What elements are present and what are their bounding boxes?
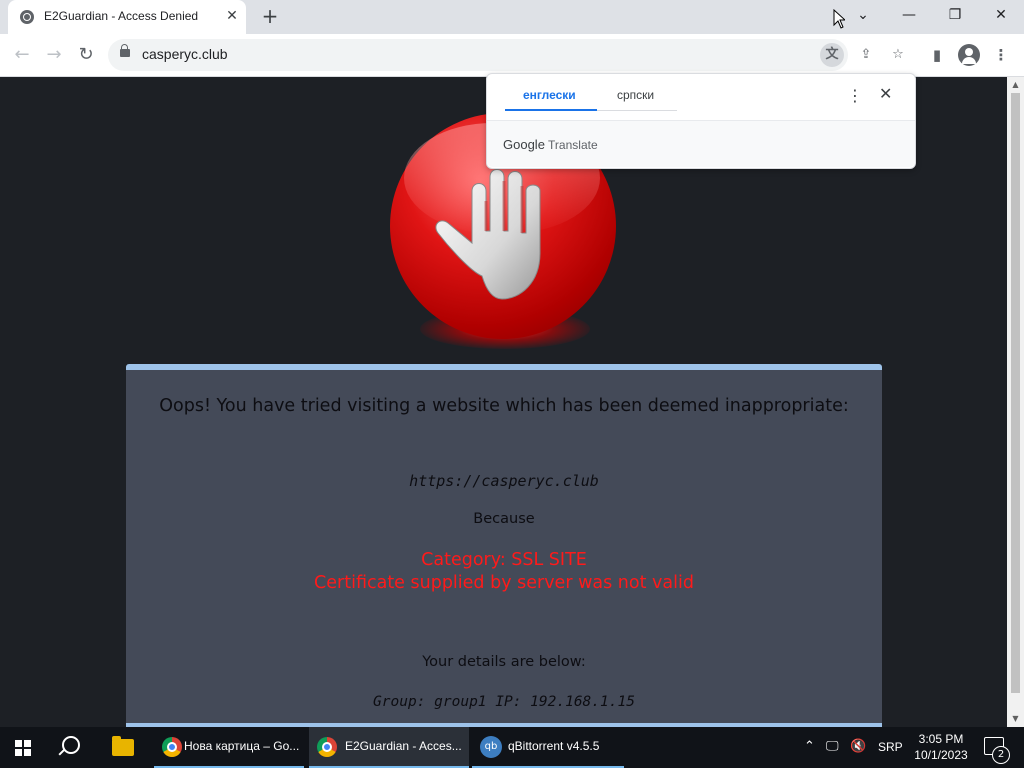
because-label: Because [473,511,535,527]
address-bar[interactable]: casperyc.club 文 ⇪ ☆ [108,39,904,71]
qbittorrent-icon: qb [480,736,502,758]
taskbar-item-new-tab[interactable]: Нова картица – Go... [154,727,304,768]
back-button[interactable]: ← [9,42,35,68]
menu-kebab-icon[interactable]: ⋮ [988,42,1014,68]
active-tab-indicator [505,109,597,111]
search-icon[interactable] [62,736,80,754]
windows-taskbar: Нова картица – Go... E2Guardian - Acces.… [0,727,1024,768]
language-indicator[interactable]: SRP [878,740,903,754]
stop-hand-icon [435,169,541,300]
block-message-panel: Oops! You have tried visiting a website … [126,364,882,727]
clock-date: 10/1/2023 [914,748,968,762]
scroll-up-arrow-icon[interactable]: ▲ [1010,80,1021,90]
notification-count: 2 [992,746,1010,764]
share-icon[interactable]: ⇪ [854,43,878,67]
details-heading: Your details are below: [422,654,586,670]
block-category: Category: SSL SITE [421,550,587,570]
file-explorer-icon[interactable] [112,736,134,756]
tray-chevron-up-icon[interactable]: ⌃ [804,738,815,754]
translate-icon[interactable]: 文 [820,43,844,67]
network-icon[interactable]: 🖵 [826,738,839,754]
tab-source-language[interactable]: енглески [523,88,576,102]
google-translate-branding: Google Translate [503,137,598,152]
user-details: Group: group1 IP: 192.168.1.15 [373,694,635,710]
tab-close-icon[interactable]: ✕ [224,8,240,24]
restore-button[interactable]: ❐ [932,0,978,32]
browser-toolbar: ← → ↻ casperyc.club 文 ⇪ ☆ ▮ ⋮ [0,34,1024,77]
minimize-button[interactable]: — [886,0,932,32]
side-panel-icon[interactable]: ▮ [924,42,950,68]
url-text[interactable]: casperyc.club [142,46,228,62]
scroll-thumb[interactable] [1011,93,1020,693]
page-content: Oops! You have tried visiting a website … [0,77,1007,727]
forward-button[interactable]: → [41,42,67,68]
close-window-button[interactable]: ✕ [978,0,1024,32]
chrome-icon [317,737,337,757]
translate-product: Translate [548,138,598,152]
browser-tab-active[interactable]: E2Guardian - Access Denied ✕ [8,0,246,34]
block-reason: Certificate supplied by server was not v… [314,573,694,593]
taskbar-item-qbittorrent[interactable]: qb qBittorrent v4.5.5 [472,727,624,768]
lock-icon[interactable] [120,44,130,57]
scroll-down-arrow-icon[interactable]: ▼ [1010,714,1021,724]
translate-popup: енглески српски ⋮ ✕ Google Translate [486,73,916,169]
translate-close-icon[interactable]: ✕ [879,84,892,103]
mouse-cursor-icon [833,9,845,29]
blocked-url: https://casperyc.club [409,472,599,490]
block-heading: Oops! You have tried visiting a website … [159,396,849,416]
inactive-tab-line [597,110,677,111]
globe-icon [20,10,34,24]
taskbar-clock[interactable]: 3:05 PM 10/1/2023 [908,731,974,763]
taskbar-label: E2Guardian - Acces... [345,739,462,753]
taskbar-item-e2guardian[interactable]: E2Guardian - Acces... [309,727,469,768]
translate-footer: Google Translate [487,121,915,167]
taskbar-label: Нова картица – Go... [184,739,300,753]
chrome-icon [162,737,182,757]
clock-time: 3:05 PM [918,732,964,746]
vertical-scrollbar[interactable]: ▲ ▼ [1007,77,1024,727]
title-bar: E2Guardian - Access Denied ✕ + ⌄ — ❐ ✕ [0,0,1024,34]
taskbar-label: qBittorrent v4.5.5 [508,739,600,753]
bookmark-star-icon[interactable]: ☆ [886,43,910,67]
reload-button[interactable]: ↻ [73,42,99,68]
windows-start-icon[interactable] [15,740,31,756]
tab-search-button[interactable]: ⌄ [840,0,886,32]
volume-muted-icon[interactable]: 🔇 [850,738,866,754]
new-tab-button[interactable]: + [260,6,280,26]
translate-menu-icon[interactable]: ⋮ [847,86,863,105]
tab-target-language[interactable]: српски [617,88,654,102]
profile-avatar-icon[interactable] [958,44,980,66]
tab-title: E2Guardian - Access Denied [44,9,199,23]
google-brand: Google [503,137,545,152]
